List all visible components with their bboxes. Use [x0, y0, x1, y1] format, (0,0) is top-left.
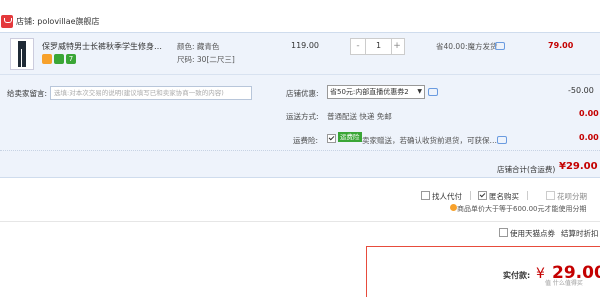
- proxy-pay-label[interactable]: 找人代付: [432, 191, 462, 202]
- settle-discount-label: 结算时折扣: [561, 229, 599, 238]
- insurance-checkbox[interactable]: [327, 134, 336, 143]
- unit-price: 119.00: [291, 41, 319, 50]
- pants-image: [18, 41, 26, 67]
- product-title[interactable]: 保罗威特男士长裤秋季学生修身…: [42, 41, 162, 52]
- divider: [0, 221, 600, 222]
- promo-label: 店铺优惠:: [286, 89, 319, 98]
- warning-icon: [450, 204, 457, 211]
- insurance-desc: 卖家赠送，若确认收货前退货，可获保…: [362, 136, 497, 145]
- shop-icon: [1, 15, 13, 28]
- insurance-amount: 0.00: [579, 133, 599, 142]
- insurance-tag: 运费险: [338, 132, 362, 142]
- credit-card-icon: [42, 54, 52, 64]
- watermark: 值 什么值得买: [545, 280, 583, 287]
- option-separator: [470, 191, 471, 200]
- shop-name[interactable]: 店铺: polovillae旗舰店: [16, 16, 100, 27]
- message-input[interactable]: 选填:对本次交易的说明(建议填写已和卖家协商一致的内容): [50, 86, 252, 100]
- item-row: [0, 32, 600, 75]
- huabei-label[interactable]: 花呗分期: [557, 191, 587, 202]
- quantity-stepper: - 1 +: [350, 38, 405, 55]
- shipping-method: 普通配送 快递 免邮: [327, 112, 392, 121]
- divider: [0, 150, 600, 151]
- product-thumbnail[interactable]: [10, 38, 34, 70]
- anonymous-label[interactable]: 匿名购买: [489, 191, 519, 202]
- promo-info-icon[interactable]: [428, 88, 438, 96]
- shop-total-value: ¥29.00: [559, 161, 598, 172]
- insurance-label: 运费险:: [293, 136, 319, 145]
- coupon-checkbox[interactable]: [499, 228, 508, 237]
- option-separator: [527, 191, 528, 200]
- shipping-amount: 0.00: [579, 109, 599, 118]
- shipping-label: 运送方式:: [286, 112, 319, 121]
- promo-selected: 省50元:内部直播优惠券2: [330, 88, 409, 96]
- anonymous-checkbox[interactable]: [478, 191, 487, 200]
- product-color: 颜色: 藏青色: [177, 42, 220, 51]
- insurance-info-icon[interactable]: [497, 136, 507, 144]
- proxy-pay-checkbox[interactable]: [421, 191, 430, 200]
- shop-total-label: 店铺合计(含运费): [497, 165, 556, 174]
- pay-currency: ¥: [536, 266, 545, 282]
- chat-icon[interactable]: [495, 42, 505, 50]
- promo-select[interactable]: 省50元:内部直播优惠券2 ▼: [327, 85, 425, 99]
- pay-label: 实付款:: [503, 271, 531, 280]
- message-label: 给卖家留言:: [7, 89, 48, 98]
- tmall-service-icon: [54, 54, 64, 64]
- dropdown-caret-icon: ▼: [417, 88, 422, 95]
- coupon-label[interactable]: 使用天猫点券: [510, 228, 555, 239]
- quantity-plus-button[interactable]: +: [390, 39, 404, 54]
- huabei-checkbox[interactable]: [546, 191, 555, 200]
- seven-day-return-icon: 7: [66, 54, 76, 64]
- quantity-minus-button[interactable]: -: [351, 39, 365, 54]
- installment-tip: 商品单价大于等于600.00元才能使用分期: [457, 205, 587, 213]
- product-size: 尺码: 30[二尺三]: [177, 55, 235, 64]
- discount-note: 省40.00:魔方发货: [436, 42, 498, 51]
- promo-value: -50.00: [568, 86, 594, 95]
- item-subtotal: 79.00: [548, 41, 574, 50]
- quantity-input[interactable]: 1: [365, 39, 392, 54]
